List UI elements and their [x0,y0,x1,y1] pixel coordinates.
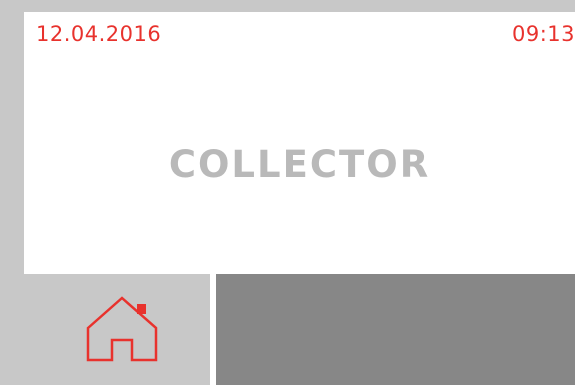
home-button[interactable] [24,274,210,385]
footer-panel [216,274,575,385]
page-title: COLLECTOR [168,143,431,186]
status-time: 09:13 [511,22,575,46]
display-screen: 12.04.2016 09:13 COLLECTOR [24,12,575,274]
status-date: 12.04.2016 [36,22,162,46]
